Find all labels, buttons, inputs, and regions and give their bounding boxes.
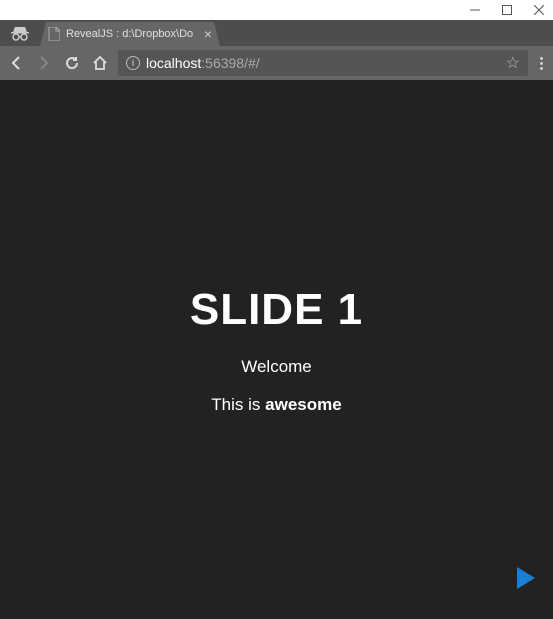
home-button[interactable]: [90, 53, 110, 73]
page-content: SLIDE 1 Welcome This is awesome: [0, 80, 553, 619]
address-bar: i localhost:56398/#/ ☆: [0, 46, 553, 80]
next-slide-arrow-icon[interactable]: [517, 567, 535, 589]
window-controls: [469, 4, 545, 16]
close-window-button[interactable]: [533, 4, 545, 16]
menu-button[interactable]: [536, 57, 547, 70]
slide-text: This is awesome: [211, 395, 341, 415]
window-titlebar: [0, 0, 553, 20]
url-text: localhost:56398/#/: [146, 55, 260, 71]
slide-title: SLIDE 1: [190, 285, 363, 335]
forward-button[interactable]: [34, 53, 54, 73]
tab-close-button[interactable]: ×: [204, 26, 212, 42]
back-button[interactable]: [6, 53, 26, 73]
slide-subtitle: Welcome: [241, 357, 312, 377]
browser-tab[interactable]: RevealJS : d:\Dropbox\Do ×: [40, 22, 220, 46]
maximize-button[interactable]: [501, 4, 513, 16]
page-icon: [48, 27, 60, 41]
url-input[interactable]: i localhost:56398/#/ ☆: [118, 50, 528, 76]
minimize-button[interactable]: [469, 4, 481, 16]
tab-title: RevealJS : d:\Dropbox\Do: [66, 28, 198, 40]
bookmark-star-icon[interactable]: ☆: [506, 53, 520, 73]
incognito-icon: [0, 20, 40, 46]
tab-bar: RevealJS : d:\Dropbox\Do ×: [0, 20, 553, 46]
reload-button[interactable]: [62, 53, 82, 73]
site-info-icon[interactable]: i: [126, 56, 140, 70]
